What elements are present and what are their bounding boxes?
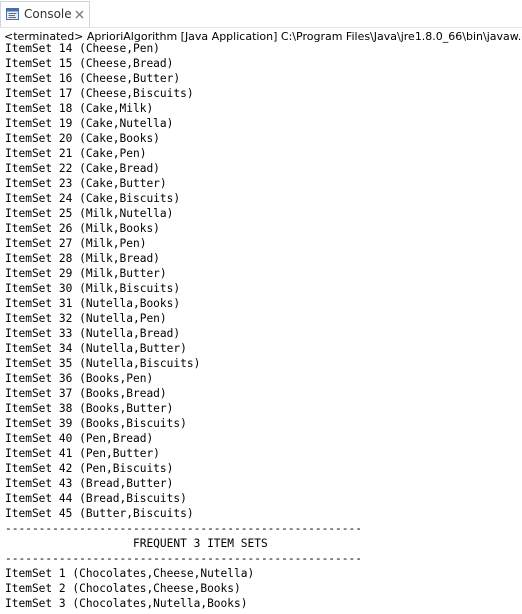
output-line: ItemSet 23 (Cake,Butter): [5, 177, 167, 190]
output-line: ItemSet 30 (Milk,Biscuits): [5, 282, 181, 295]
output-line: ItemSet 45 (Butter,Biscuits): [5, 507, 194, 520]
output-line: ItemSet 40 (Pen,Bread): [5, 432, 154, 445]
console-output[interactable]: ItemSet 14 (Cheese,Pen) ItemSet 15 (Chee…: [5, 41, 522, 614]
section-heading: FREQUENT 3 ITEM SETS: [5, 537, 268, 550]
output-line: ItemSet 22 (Cake,Bread): [5, 162, 160, 175]
output-line: ItemSet 39 (Books,Biscuits): [5, 417, 187, 430]
output-line: ItemSet 28 (Milk,Bread): [5, 252, 160, 265]
output-line: ItemSet 34 (Nutella,Butter): [5, 342, 187, 355]
output-line: ItemSet 35 (Nutella,Biscuits): [5, 357, 201, 370]
output-line: ItemSet 16 (Cheese,Butter): [5, 72, 181, 85]
output-line: ItemSet 33 (Nutella,Bread): [5, 327, 181, 340]
output-line: ItemSet 27 (Milk,Pen): [5, 237, 147, 250]
output-line: ItemSet 37 (Books,Bread): [5, 387, 167, 400]
close-icon[interactable]: [73, 8, 86, 21]
output-line: ItemSet 18 (Cake,Milk): [5, 102, 154, 115]
separator-line: ----------------------------------------…: [5, 522, 362, 535]
output-line: ItemSet 36 (Books,Pen): [5, 372, 154, 385]
console-view: Console <terminated> AprioriAlgorithm [J…: [0, 0, 522, 614]
output-line: ItemSet 38 (Books,Butter): [5, 402, 174, 415]
view-tab-strip: Console: [0, 0, 522, 28]
output-line: ItemSet 32 (Nutella,Pen): [5, 312, 167, 325]
output-line: ItemSet 29 (Milk,Butter): [5, 267, 167, 280]
output-line: ItemSet 14 (Cheese,Pen): [5, 42, 160, 55]
output-line: ItemSet 3 (Chocolates,Nutella,Books): [5, 597, 248, 610]
separator-line: ----------------------------------------…: [5, 552, 362, 565]
output-line: ItemSet 31 (Nutella,Books): [5, 297, 181, 310]
tab-console-label: Console: [24, 7, 72, 21]
output-line: ItemSet 15 (Cheese,Bread): [5, 57, 174, 70]
tab-console[interactable]: Console: [0, 1, 90, 27]
output-line: ItemSet 24 (Cake,Biscuits): [5, 192, 181, 205]
output-line: ItemSet 26 (Milk,Books): [5, 222, 160, 235]
console-icon: [6, 8, 19, 20]
output-line: ItemSet 2 (Chocolates,Cheese,Books): [5, 582, 241, 595]
output-line: ItemSet 25 (Milk,Nutella): [5, 207, 174, 220]
output-line: ItemSet 17 (Cheese,Biscuits): [5, 87, 194, 100]
output-line: ItemSet 21 (Cake,Pen): [5, 147, 147, 160]
output-line: ItemSet 1 (Chocolates,Cheese,Nutella): [5, 567, 255, 580]
output-line: ItemSet 44 (Bread,Biscuits): [5, 492, 187, 505]
output-line: ItemSet 43 (Bread,Butter): [5, 477, 174, 490]
output-line: ItemSet 20 (Cake,Books): [5, 132, 160, 145]
output-line: ItemSet 42 (Pen,Biscuits): [5, 462, 174, 475]
output-line: ItemSet 19 (Cake,Nutella): [5, 117, 174, 130]
output-line: ItemSet 41 (Pen,Butter): [5, 447, 160, 460]
